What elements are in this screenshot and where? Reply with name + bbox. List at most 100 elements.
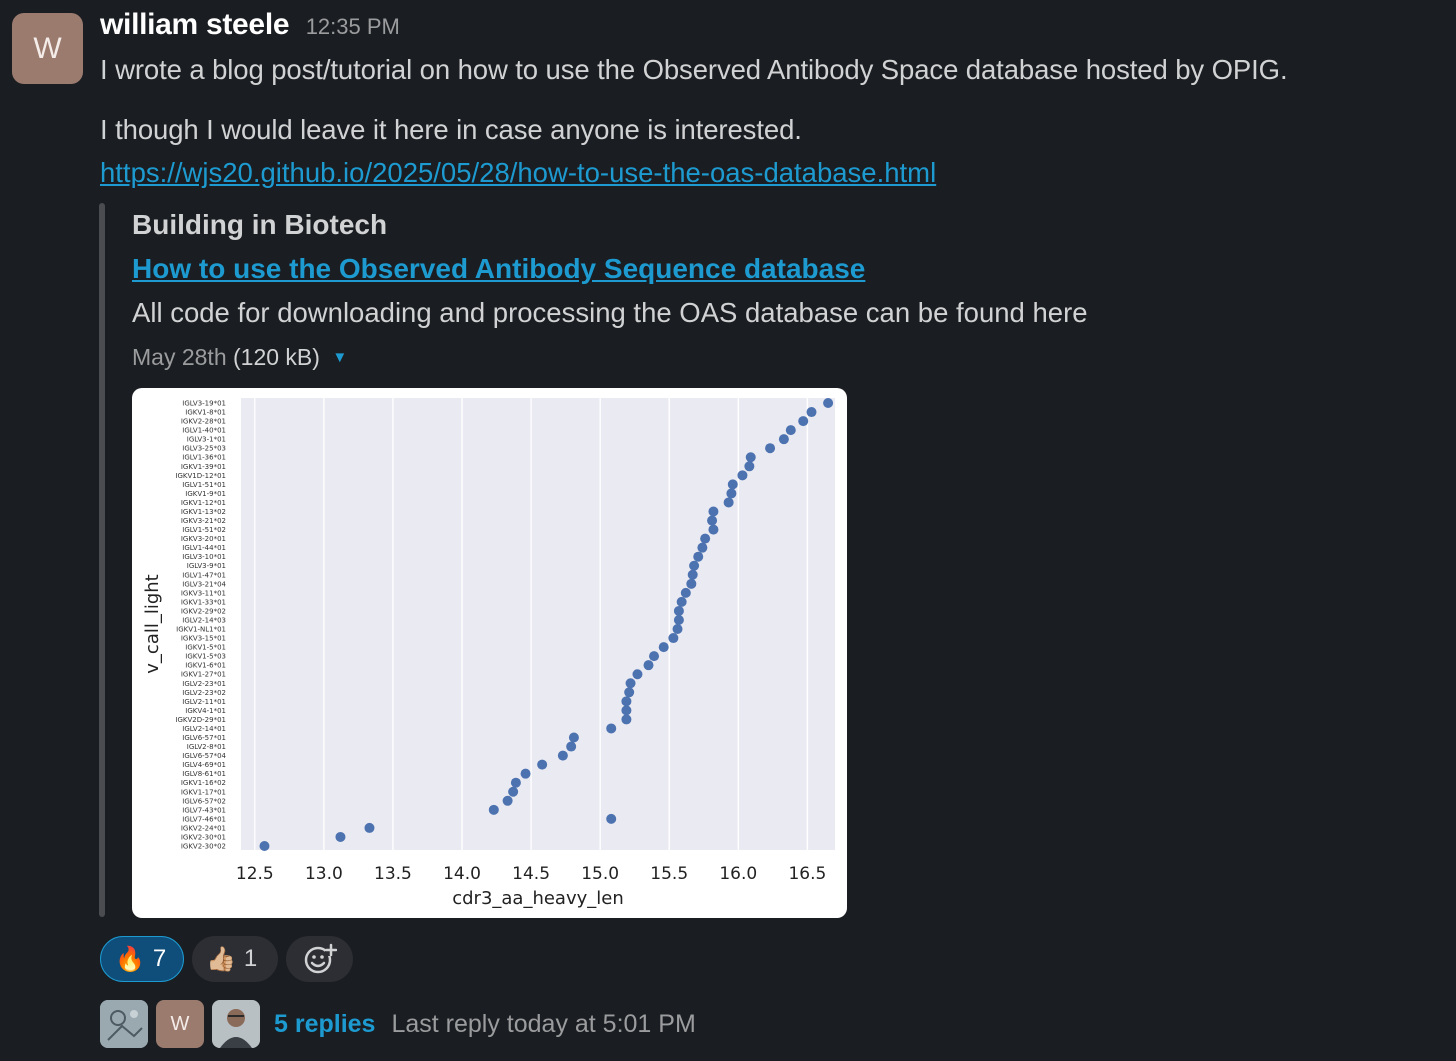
reply-avatar[interactable]: W (156, 1000, 204, 1048)
y-tick-label: IGLV1-36*01 (182, 454, 226, 462)
data-point (335, 831, 346, 842)
y-tick-label: IGKV3-20*01 (181, 535, 226, 543)
y-tick-label: IGKV1-27*01 (181, 671, 226, 679)
reactions-bar: 🔥 7 👍🏼 1 (100, 936, 353, 982)
message-timestamp[interactable]: 12:35 PM (306, 14, 400, 39)
author-name[interactable]: william steele (100, 8, 290, 41)
reaction-thumbs-up[interactable]: 👍🏼 1 (192, 936, 278, 982)
y-tick-label: IGLV1-51*01 (182, 481, 226, 489)
message: W william steele 12:35 PM I wrote a blog… (0, 0, 1456, 1061)
unfurl-title-link[interactable]: How to use the Observed Antibody Sequenc… (132, 253, 865, 285)
fire-icon: 🔥 (115, 945, 145, 973)
data-point (686, 578, 697, 589)
y-tick-label: IGLV3-19*01 (182, 400, 226, 408)
data-point (707, 515, 718, 526)
data-point (621, 705, 632, 716)
x-tick-label: 14.0 (443, 864, 481, 884)
y-tick-label: IGLV3-10*01 (182, 553, 226, 561)
y-tick-label: IGKV1-16*02 (181, 779, 226, 787)
data-point (510, 777, 521, 788)
unfurl-description: All code for downloading and processing … (132, 297, 1088, 328)
data-point (625, 678, 636, 689)
y-tick-label: IGKV1-17*01 (181, 788, 226, 796)
y-tick-label: IGLV3-25*03 (182, 445, 226, 453)
y-tick-label: IGLV2-14*01 (182, 725, 226, 733)
y-tick-label: IGKV1-8*01 (185, 409, 226, 417)
chart-image[interactable]: 12.5 13.0 13.5 14.0 14.5 15.0 15.5 16.0 16.5 IGLV… (132, 388, 847, 918)
data-point (726, 488, 737, 499)
y-tick-label: IGLV1-51*02 (182, 526, 226, 534)
replies-link[interactable]: 5 replies (274, 1010, 375, 1039)
y-tick-label: IGKV3-21*02 (181, 517, 226, 525)
data-point (823, 398, 834, 408)
data-point (687, 569, 698, 580)
y-tick-label: IGLV2-8*01 (187, 743, 226, 751)
message-text-line-2: I though I would leave it here in case a… (100, 114, 802, 145)
data-point (806, 407, 817, 418)
data-point (680, 587, 691, 598)
y-axis-label: v_call_light (142, 574, 163, 673)
data-point (568, 732, 579, 743)
y-tick-label: IGKV1-5*01 (185, 644, 226, 652)
y-tick-label: IGLV6-57*04 (182, 752, 226, 760)
expand-caret-icon[interactable]: ▼ (332, 349, 347, 366)
data-point (557, 750, 568, 761)
data-point (689, 560, 700, 571)
thumbs-up-icon: 👍🏼 (206, 945, 236, 973)
y-tick-label: IGLV1-44*01 (182, 544, 226, 552)
file-date: May 28th (132, 344, 227, 370)
y-tick-label: IGKV1D-12*01 (175, 472, 226, 480)
reaction-count: 1 (243, 945, 258, 972)
y-tick-label: IGLV3-9*01 (187, 562, 226, 570)
reaction-count: 7 (152, 945, 167, 972)
y-tick-label: IGLV7-43*01 (182, 806, 226, 814)
data-point (708, 506, 719, 517)
y-tick-label: IGKV1-NL1*01 (176, 626, 226, 634)
data-point (621, 714, 632, 725)
data-point (673, 614, 684, 625)
data-point (632, 669, 643, 680)
data-point (508, 786, 519, 797)
reply-avatar[interactable] (212, 1000, 260, 1048)
data-point (259, 841, 270, 851)
y-tick-label: IGLV2-23*01 (182, 680, 226, 688)
data-point (723, 497, 734, 508)
avatar[interactable]: W (12, 13, 83, 84)
data-point (566, 741, 577, 752)
y-tick-label: IGKV1-13*02 (181, 508, 226, 516)
y-tick-label: IGLV3-1*01 (187, 436, 226, 444)
data-point (785, 425, 796, 436)
data-point (708, 524, 719, 535)
data-point (798, 416, 809, 427)
y-tick-label: IGKV1-39*01 (181, 463, 226, 471)
data-point (737, 470, 748, 481)
message-link[interactable]: https://wjs20.github.io/2025/05/28/how-t… (100, 157, 936, 189)
x-tick-label: 14.5 (512, 864, 550, 884)
y-tick-label: IGKV2-30*01 (181, 833, 226, 841)
y-tick-label: IGKV2-28*01 (181, 418, 226, 426)
y-tick-label: IGKV2-24*01 (181, 824, 226, 832)
data-point (676, 596, 687, 607)
message-text-line-1: I wrote a blog post/tutorial on how to u… (100, 54, 1288, 85)
data-point (727, 479, 738, 490)
data-point (649, 651, 660, 662)
x-tick-label: 15.0 (581, 864, 619, 884)
y-tick-label: IGKV2-30*02 (181, 843, 226, 851)
data-point (502, 795, 513, 806)
x-tick-label: 12.5 (236, 864, 274, 884)
reply-avatar[interactable] (100, 1000, 148, 1048)
y-tick-label: IGLV1-47*01 (182, 571, 226, 579)
thread-summary[interactable]: W 5 replies Last reply today at 5:01 PM (100, 1000, 696, 1048)
y-tick-label: IGKV1-9*01 (185, 490, 226, 498)
reaction-fire[interactable]: 🔥 7 (100, 936, 184, 982)
x-tick-label: 13.0 (305, 864, 343, 884)
data-point (364, 822, 375, 833)
add-reaction-button[interactable] (286, 936, 353, 982)
data-point (672, 624, 683, 635)
data-point (745, 452, 756, 463)
data-point (488, 804, 499, 815)
y-tick-label: IGLV8-61*01 (182, 770, 226, 778)
y-tick-label: IGKV1-5*03 (185, 653, 226, 661)
y-tick-label: IGLV6-57*01 (182, 734, 226, 742)
x-axis-label: cdr3_aa_heavy_len (452, 888, 624, 909)
